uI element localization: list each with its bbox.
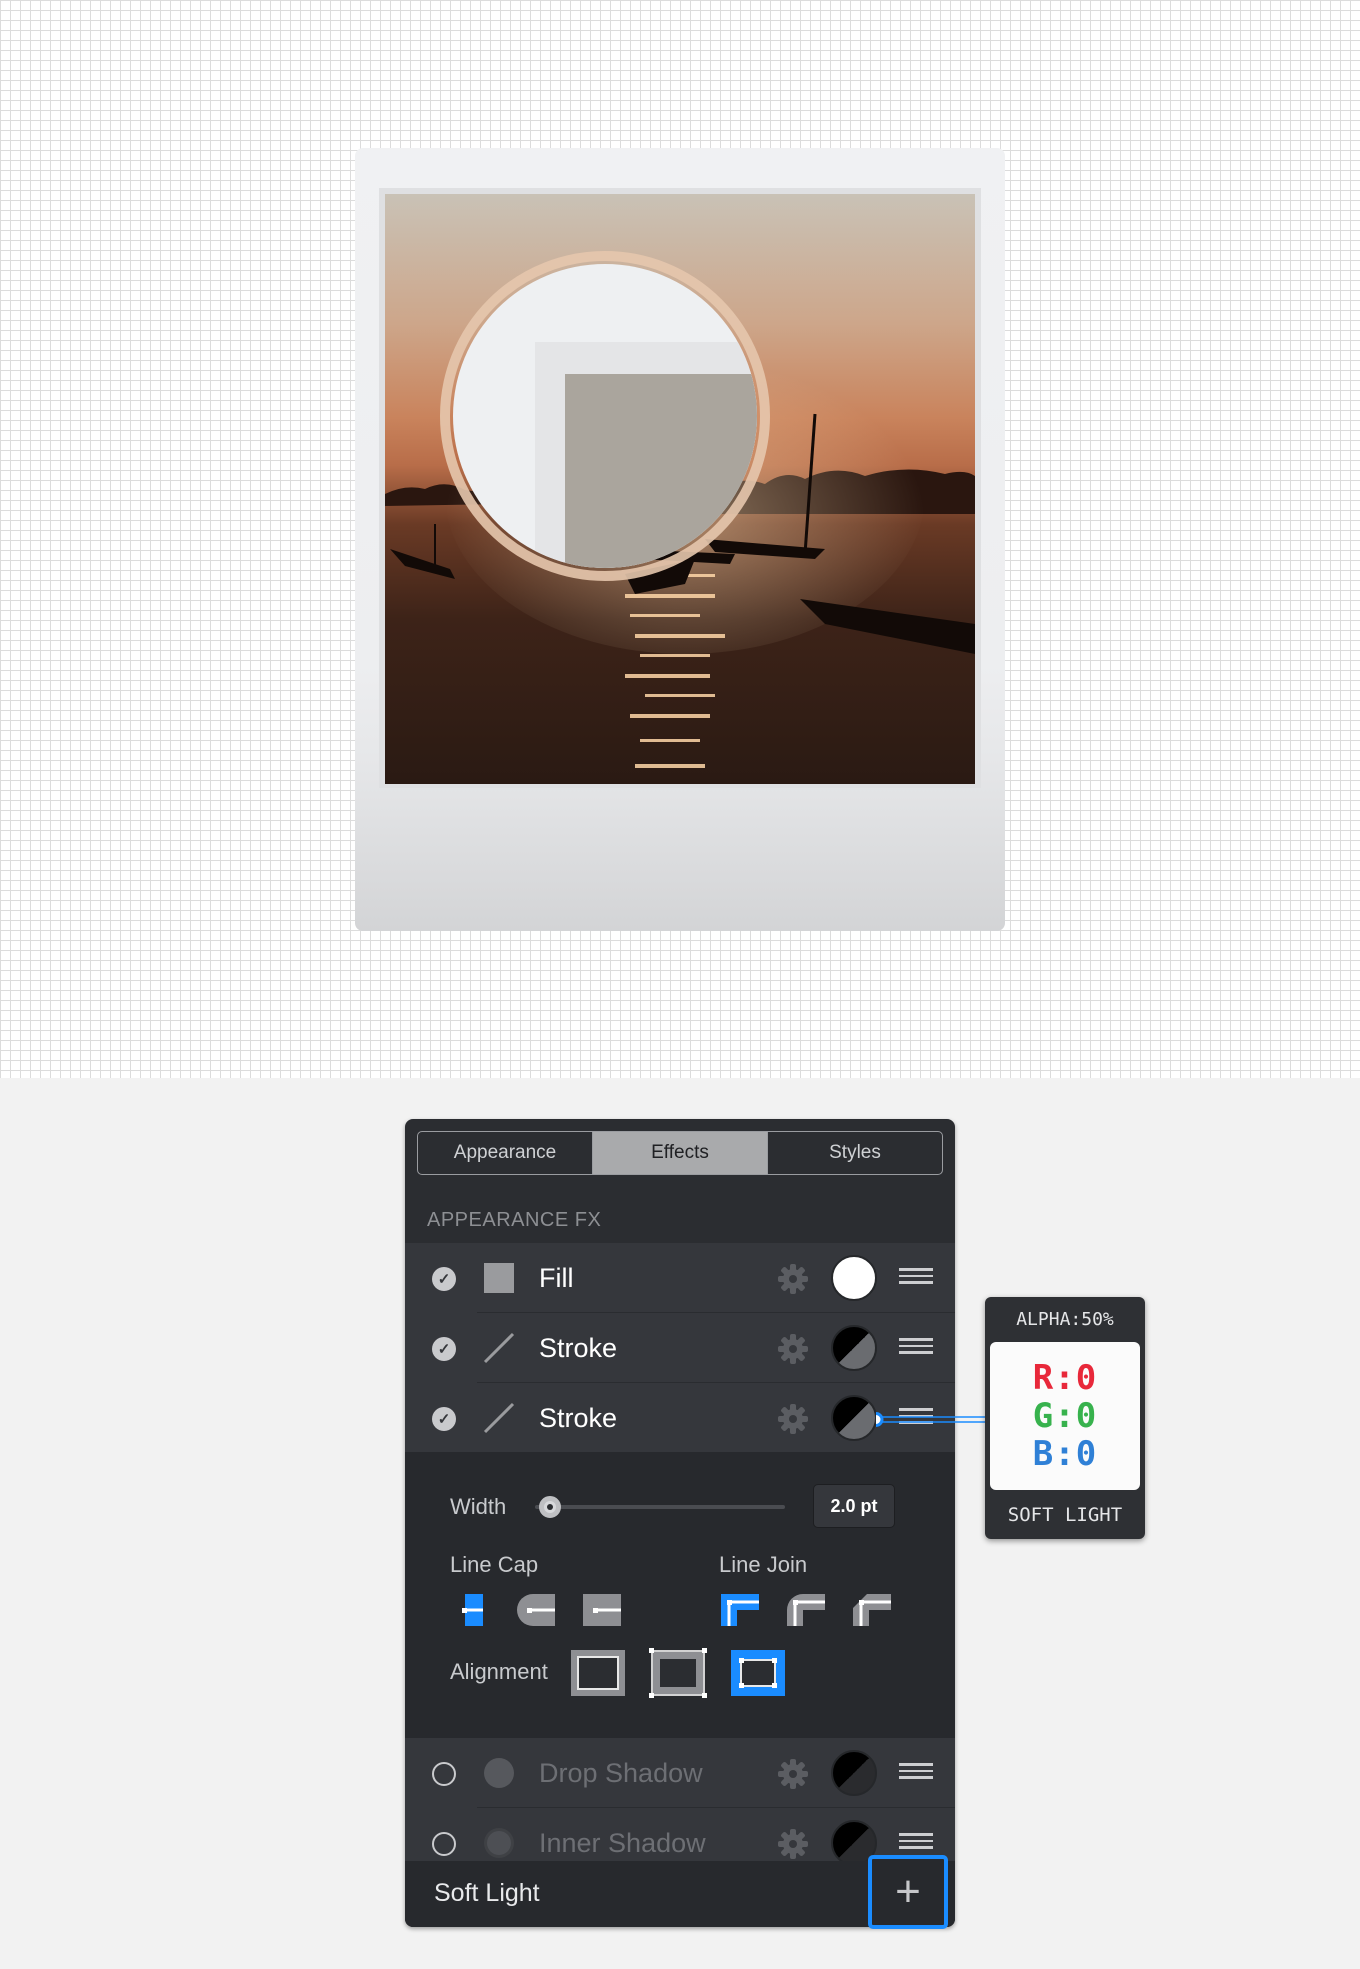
- enabled-check-icon[interactable]: ✓: [432, 1337, 456, 1361]
- line-cap-butt-icon[interactable]: [459, 1592, 501, 1628]
- section-header: APPEARANCE FX: [427, 1209, 602, 1231]
- gear-icon[interactable]: [777, 1403, 809, 1435]
- width-value-field[interactable]: 2.0 pt: [813, 1484, 895, 1528]
- drag-handle-icon[interactable]: [899, 1763, 933, 1783]
- drag-handle-icon[interactable]: [899, 1268, 933, 1288]
- fx-row-label: Stroke: [539, 1403, 618, 1433]
- tab-effects[interactable]: Effects: [593, 1132, 768, 1174]
- fx-row-drop-shadow[interactable]: Drop Shadow: [405, 1738, 955, 1808]
- artboard-canvas: [0, 0, 1360, 1078]
- align-outside-icon[interactable]: [729, 1648, 787, 1698]
- gear-icon[interactable]: [777, 1758, 809, 1790]
- stroke-line-icon: [483, 1332, 515, 1364]
- blend-mode-label[interactable]: Soft Light: [434, 1879, 540, 1908]
- enabled-check-icon[interactable]: ✓: [432, 1267, 456, 1291]
- stroke-settings: Width 2.0 pt Line Cap Line Join Alignmen…: [405, 1452, 955, 1738]
- disabled-check-icon[interactable]: [432, 1762, 456, 1786]
- disabled-check-icon[interactable]: [432, 1832, 456, 1856]
- fx-row-stroke[interactable]: ✓ Stroke: [405, 1313, 955, 1383]
- green-value: G:0: [1032, 1396, 1098, 1436]
- fx-row-label: Stroke: [539, 1333, 618, 1363]
- drag-handle-icon[interactable]: [899, 1338, 933, 1358]
- gear-icon[interactable]: [777, 1828, 809, 1860]
- line-join-round-icon[interactable]: [785, 1592, 827, 1628]
- callout-connector: [876, 1412, 986, 1427]
- align-center-icon[interactable]: [649, 1648, 707, 1698]
- drop-shadow-icon: [484, 1758, 514, 1788]
- plus-icon: +: [895, 1867, 921, 1916]
- blue-value: B:0: [1032, 1434, 1098, 1474]
- line-cap-square-icon[interactable]: [581, 1592, 623, 1628]
- appearance-panel: Appearance Effects Styles APPEARANCE FX …: [405, 1119, 955, 1927]
- red-value: R:0: [1032, 1358, 1098, 1398]
- fx-row-fill[interactable]: ✓ Fill: [405, 1243, 955, 1313]
- fx-row-label: Inner Shadow: [539, 1828, 706, 1858]
- enabled-check-icon[interactable]: ✓: [432, 1407, 456, 1431]
- rgb-values-box: R:0 G:0 B:0: [990, 1342, 1140, 1490]
- color-swatch-white[interactable]: [831, 1255, 877, 1301]
- inner-shadow-icon: [484, 1828, 514, 1858]
- line-join-miter-icon[interactable]: [719, 1592, 761, 1628]
- photo-frame: [379, 188, 981, 788]
- color-swatch-black[interactable]: [831, 1325, 877, 1371]
- line-cap-round-icon[interactable]: [515, 1592, 557, 1628]
- gear-icon[interactable]: [777, 1263, 809, 1295]
- blend-mode-caption: SOFT LIGHT: [1007, 1504, 1123, 1526]
- drag-handle-icon[interactable]: [899, 1833, 933, 1853]
- tab-appearance[interactable]: Appearance: [418, 1132, 593, 1174]
- line-join-label: Line Join: [719, 1552, 808, 1577]
- add-effect-button[interactable]: +: [868, 1855, 948, 1929]
- tab-styles[interactable]: Styles: [768, 1132, 942, 1174]
- stroke-line-icon: [483, 1402, 515, 1434]
- line-cap-label: Line Cap: [450, 1552, 539, 1577]
- alignment-label: Alignment: [450, 1659, 548, 1684]
- fx-row-stroke-selected[interactable]: ✓ Stroke: [405, 1383, 955, 1453]
- color-swatch-black[interactable]: [831, 1750, 877, 1796]
- color-swatch-black[interactable]: [831, 1395, 877, 1441]
- width-label: Width: [450, 1494, 507, 1519]
- fx-row-label: Fill: [539, 1263, 574, 1293]
- alpha-label: ALPHA:50%: [1016, 1309, 1114, 1330]
- polaroid-frame: [355, 148, 1005, 931]
- line-join-bevel-icon[interactable]: [851, 1592, 893, 1628]
- align-inside-icon[interactable]: [569, 1648, 627, 1698]
- tab-bar: Appearance Effects Styles: [417, 1131, 943, 1175]
- fx-row-label: Drop Shadow: [539, 1758, 703, 1788]
- gear-icon[interactable]: [777, 1333, 809, 1365]
- square-fill-icon: [484, 1263, 514, 1293]
- sunset-photo: [385, 194, 975, 784]
- width-slider-knob[interactable]: [539, 1496, 561, 1518]
- color-info-popover: ALPHA:50% R:0 G:0 B:0 SOFT LIGHT: [985, 1297, 1145, 1539]
- width-slider-track[interactable]: [535, 1505, 785, 1509]
